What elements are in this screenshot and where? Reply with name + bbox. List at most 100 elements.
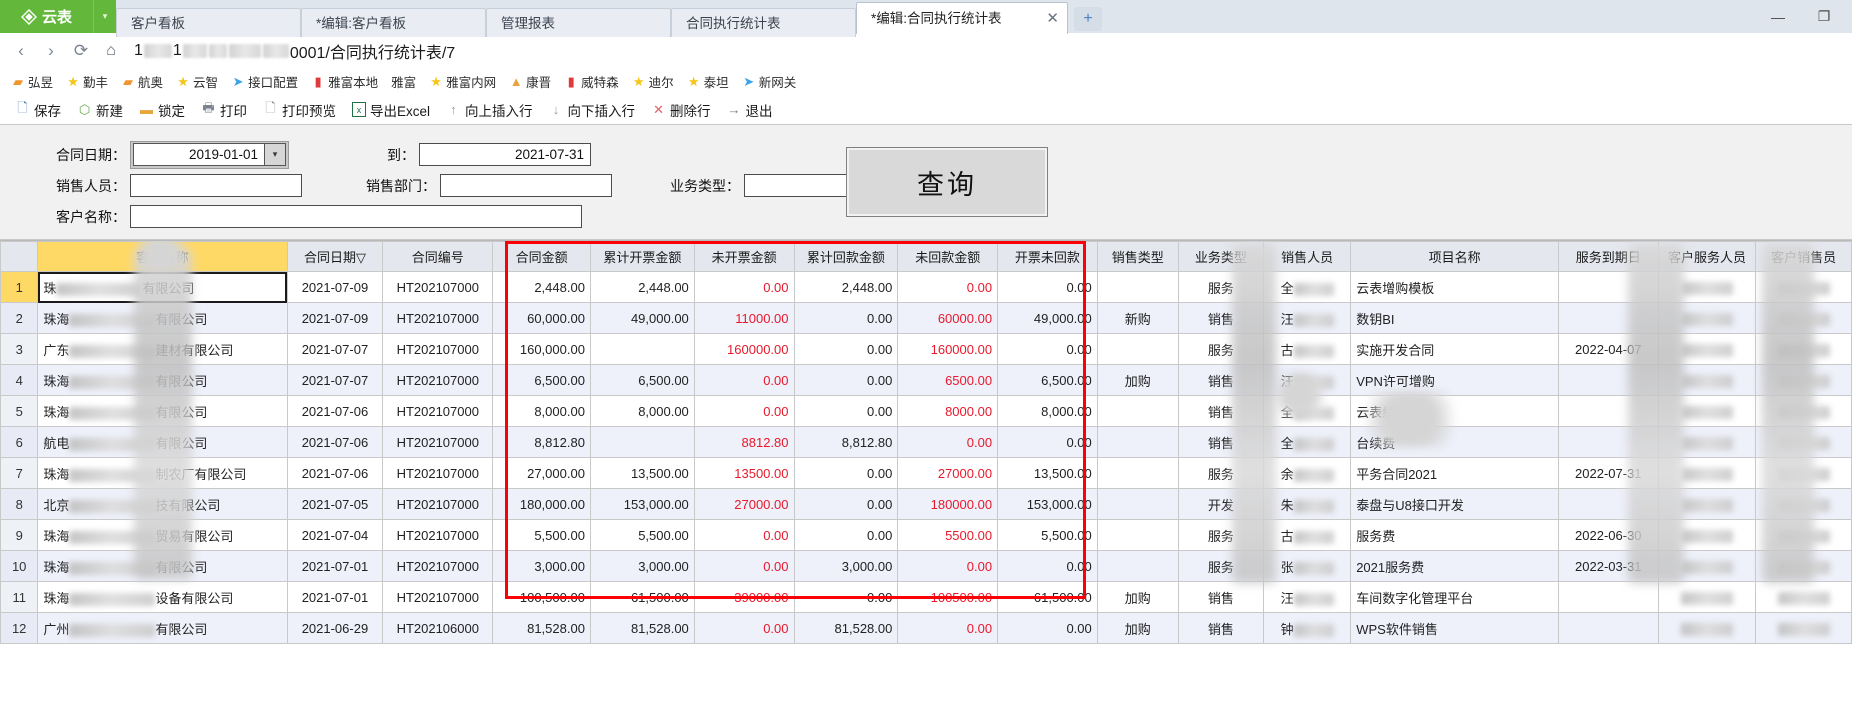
cell-customer[interactable]: 珠有限公司 (37, 271, 288, 303)
table-header-sale_kind[interactable]: 销售类型 (1096, 241, 1179, 272)
table-row[interactable]: 7 珠海 制农厂有限公司 2021-07-06 HT202107000 27,000.00… (0, 457, 1852, 489)
cell-unreceived[interactable]: 5500.00 (897, 519, 999, 551)
bookmark-new-gateway[interactable]: ➤ 新网关 (737, 70, 802, 93)
cell-uninvoiced[interactable]: 39000.00 (693, 581, 795, 613)
table-row[interactable]: 8 北京 技有限公司 2021-07-05 HT202107000 180,000.00 1… (0, 488, 1852, 520)
bookmark-hangao[interactable]: ▰ 航奥 (116, 70, 168, 93)
cell-invoiced[interactable]: 81,528.00 (589, 612, 695, 644)
cell-cust_service[interactable] (1657, 426, 1757, 458)
bookmark-yunzhi[interactable]: ★ 云智 (171, 70, 223, 93)
cell-biz_type[interactable]: 销售 (1177, 302, 1264, 334)
cell-rownum[interactable]: 12 (0, 612, 39, 644)
cell-invoiced[interactable] (589, 333, 695, 365)
cell-salesperson[interactable]: 张 (1262, 550, 1352, 582)
table-header-expiry[interactable]: 服务到期日 (1557, 241, 1659, 272)
cell-received[interactable]: 3,000.00 (793, 550, 899, 582)
cell-project[interactable]: WPS软件销售 (1350, 612, 1559, 644)
table-row[interactable]: 12 广州 有限公司 2021-06-29 HT202106000 81,528.00 81… (0, 612, 1852, 644)
table-row[interactable]: 2 珠海 有限公司 2021-07-09 HT202107000 60,000.00 49,… (0, 302, 1852, 334)
cell-amount[interactable]: 2,448.00 (492, 271, 591, 303)
cell-uninvoiced[interactable]: 11000.00 (693, 302, 795, 334)
reload-icon[interactable]: ⟳ (68, 38, 94, 64)
print-button[interactable]: 🖶 打印 (194, 98, 254, 122)
data-grid-container[interactable]: 客户名称 合同日期▽ 合同编号 合同金额 累计开票金额 未开票金额 累计回款金额 未回款金额开… (0, 240, 1852, 724)
cell-project[interactable]: 车间数字化管理平台 (1350, 581, 1559, 613)
contract-date-combo[interactable]: 2019-01-01 ▾ (130, 140, 289, 169)
cell-amount[interactable]: 180,000.00 (492, 488, 591, 520)
new-button[interactable]: ⬡ 新建 (70, 98, 130, 122)
bookmark-yafu-local[interactable]: ▮ 雅富本地 (306, 70, 383, 93)
cell-expiry[interactable] (1557, 364, 1659, 396)
print-preview-button[interactable]: 🗋 打印预览 (256, 98, 343, 122)
cell-expiry[interactable] (1557, 581, 1659, 613)
cell-unreceived[interactable]: 0.00 (897, 271, 999, 303)
cell-received[interactable]: 0.00 (793, 457, 899, 489)
cell-invoiced[interactable]: 49,000.00 (589, 302, 695, 334)
cell-received[interactable]: 0.00 (793, 488, 899, 520)
cell-expiry[interactable]: 2022-03-31 (1557, 550, 1659, 582)
cell-uninvoiced[interactable]: 27000.00 (693, 488, 795, 520)
cell-rownum[interactable]: 6 (0, 426, 39, 458)
cell-date[interactable]: 2021-07-06 (286, 395, 384, 427)
cell-biz_type[interactable]: 销售 (1177, 364, 1264, 396)
insert-row-below-button[interactable]: ↓ 向下插入行 (542, 98, 643, 122)
cell-biz_type[interactable]: 服务 (1177, 457, 1264, 489)
table-header-biz_type[interactable]: 业务类型 (1177, 241, 1264, 272)
cell-salesperson[interactable]: 全 (1262, 395, 1352, 427)
cell-invoiced[interactable]: 5,500.00 (589, 519, 695, 551)
lock-button[interactable]: ▬ 锁定 (132, 98, 192, 122)
cell-customer[interactable]: 广州 有限公司 (37, 612, 288, 644)
cell-customer[interactable]: 珠海 有限公司 (37, 302, 288, 334)
cell-received[interactable]: 0.00 (793, 333, 899, 365)
cell-unreceived[interactable]: 0.00 (897, 550, 999, 582)
new-tab-button[interactable]: + (1074, 7, 1102, 31)
cell-cust_service[interactable] (1657, 271, 1757, 303)
cell-salesperson[interactable]: 钟 (1262, 612, 1352, 644)
cell-customer[interactable]: 珠海 有限公司 (37, 395, 288, 427)
cell-cust_service[interactable] (1657, 550, 1757, 582)
cell-sale_kind[interactable]: 加购 (1096, 612, 1179, 644)
cell-customer[interactable]: 广东 建材有限公司 (37, 333, 288, 365)
cell-invoiced[interactable]: 61,500.00 (589, 581, 695, 613)
cell-cust_service[interactable] (1657, 612, 1757, 644)
cell-salesperson[interactable]: 古 (1262, 333, 1352, 365)
cell-inv_not_recv[interactable]: 0.00 (997, 426, 1098, 458)
cell-date[interactable]: 2021-07-01 (286, 550, 384, 582)
cell-cust_service[interactable] (1657, 333, 1757, 365)
table-row[interactable]: 4 珠海 有限公司 2021-07-07 HT202107000 6,500.00 6,50… (0, 364, 1852, 396)
cell-sale_kind[interactable]: 加购 (1096, 581, 1179, 613)
cell-project[interactable]: VPN许可增购 (1350, 364, 1559, 396)
cell-cust_service[interactable] (1657, 581, 1757, 613)
table-row[interactable]: 1 珠有限公司 2021-07-09 HT202107000 2,448.00 2,448… (0, 271, 1852, 303)
business-type-input[interactable] (744, 174, 852, 197)
bookmark-hongyu[interactable]: ▰ 弘昱 (6, 70, 58, 93)
cell-cust_sales[interactable] (1755, 519, 1852, 551)
cell-biz_type[interactable]: 服务 (1177, 271, 1264, 303)
cell-unreceived[interactable]: 60000.00 (897, 302, 999, 334)
cell-salesperson[interactable]: 古 (1262, 519, 1352, 551)
cell-inv_not_recv[interactable]: 49,000.00 (997, 302, 1098, 334)
cell-unreceived[interactable]: 100500.00 (897, 581, 999, 613)
cell-expiry[interactable]: 2022-04-07 (1557, 333, 1659, 365)
cell-customer[interactable]: 珠海 制农厂有限公司 (37, 457, 288, 489)
cell-amount[interactable]: 60,000.00 (492, 302, 591, 334)
cell-cust_sales[interactable] (1755, 550, 1852, 582)
table-row[interactable]: 6 航电 有限公司 2021-07-06 HT202107000 8,812.80 8812… (0, 426, 1852, 458)
cell-cust_sales[interactable] (1755, 426, 1852, 458)
tab-management-report[interactable]: 管理报表 (486, 8, 671, 37)
cell-received[interactable]: 0.00 (793, 302, 899, 334)
cell-rownum[interactable]: 3 (0, 333, 39, 365)
cell-contract_no[interactable]: HT202107000 (382, 364, 494, 396)
cell-cust_service[interactable] (1657, 395, 1757, 427)
cell-cust_service[interactable] (1657, 457, 1757, 489)
cell-salesperson[interactable]: 汪 (1262, 364, 1352, 396)
cell-cust_sales[interactable] (1755, 271, 1852, 303)
cell-rownum[interactable]: 4 (0, 364, 39, 396)
table-header-amount[interactable]: 合同金额 (492, 241, 591, 272)
bookmark-qinfeng[interactable]: ★ 勤丰 (61, 70, 113, 93)
maximize-button[interactable]: ❐ (1802, 4, 1846, 30)
contract-date-input[interactable]: 2019-01-01 (133, 143, 265, 166)
cell-inv_not_recv[interactable]: 0.00 (997, 550, 1098, 582)
cell-salesperson[interactable]: 余 (1262, 457, 1352, 489)
cell-sale_kind[interactable]: 加购 (1096, 364, 1179, 396)
